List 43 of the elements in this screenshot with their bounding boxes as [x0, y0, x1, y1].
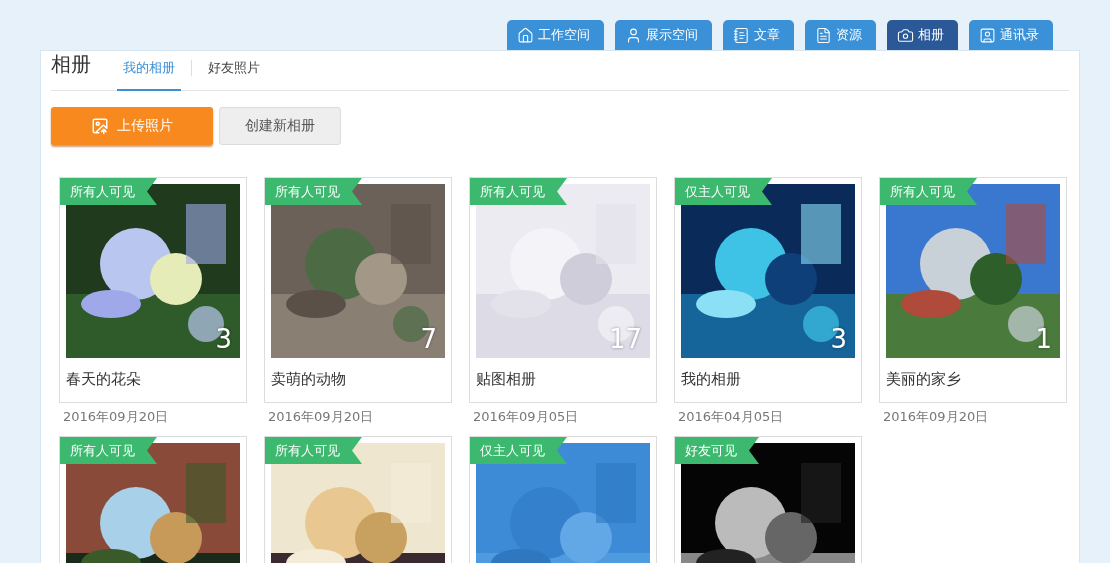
visibility-badge: 所有人可见 — [470, 178, 567, 205]
visibility-badge: 所有人可见 — [265, 437, 362, 464]
photo-count: 3 — [830, 324, 847, 354]
visibility-badge: 好友可见 — [675, 437, 759, 464]
photo-count: 3 — [215, 324, 232, 354]
album-title: 春天的花朵 — [66, 369, 142, 389]
album-title: 贴图相册 — [476, 369, 537, 389]
nav-tab[interactable]: 工作空间 — [507, 20, 604, 50]
album-card[interactable]: 7 所有人可见 卖萌的动物 — [264, 177, 452, 403]
album-title: 我的相册 — [681, 369, 742, 389]
visibility-badge: 所有人可见 — [265, 178, 362, 205]
visibility-badge: 所有人可见 — [60, 437, 157, 464]
sub-tab[interactable]: 我的相册 — [117, 59, 181, 91]
visibility-badge: 所有人可见 — [60, 178, 157, 205]
album-card[interactable]: 好友可见 — [674, 436, 862, 563]
photo-count: 7 — [420, 324, 437, 354]
visibility-badge: 仅主人可见 — [675, 178, 772, 205]
photo-count: 1 — [1035, 324, 1052, 354]
album-title: 卖萌的动物 — [271, 369, 347, 389]
sub-tab[interactable]: 好友照片 — [202, 59, 266, 91]
album-date: 2016年09月20日 — [882, 408, 990, 426]
visibility-badge: 仅主人可见 — [470, 437, 567, 464]
album-date: 2016年09月20日 — [62, 408, 170, 426]
nav-tab[interactable]: 资源 — [805, 20, 876, 50]
create-album-button[interactable]: 创建新相册 — [219, 107, 341, 145]
album-card[interactable]: 3 所有人可见 春天的花朵 — [59, 177, 247, 403]
album-card[interactable]: 3 仅主人可见 我的相册 — [674, 177, 862, 403]
nav-tab[interactable]: 展示空间 — [615, 20, 712, 50]
album-card[interactable]: 所有人可见 — [264, 436, 452, 563]
upload-button[interactable]: 上传照片 — [51, 107, 213, 145]
image-upload-icon — [91, 117, 109, 135]
nav-tab[interactable]: 通讯录 — [969, 20, 1053, 50]
nav-tab[interactable]: 相册 — [887, 20, 958, 50]
album-card[interactable]: 仅主人可见 — [469, 436, 657, 563]
album-title: 美丽的家乡 — [886, 369, 962, 389]
album-date: 2016年09月05日 — [472, 408, 580, 426]
page-title: 相册 — [51, 51, 91, 78]
album-card[interactable]: 所有人可见 — [59, 436, 247, 563]
album-date: 2016年09月20日 — [267, 408, 375, 426]
nav-tab[interactable]: 文章 — [723, 20, 794, 50]
album-date: 2016年04月05日 — [677, 408, 785, 426]
album-card[interactable]: 1 所有人可见 美丽的家乡 — [879, 177, 1067, 403]
visibility-badge: 所有人可见 — [880, 178, 977, 205]
